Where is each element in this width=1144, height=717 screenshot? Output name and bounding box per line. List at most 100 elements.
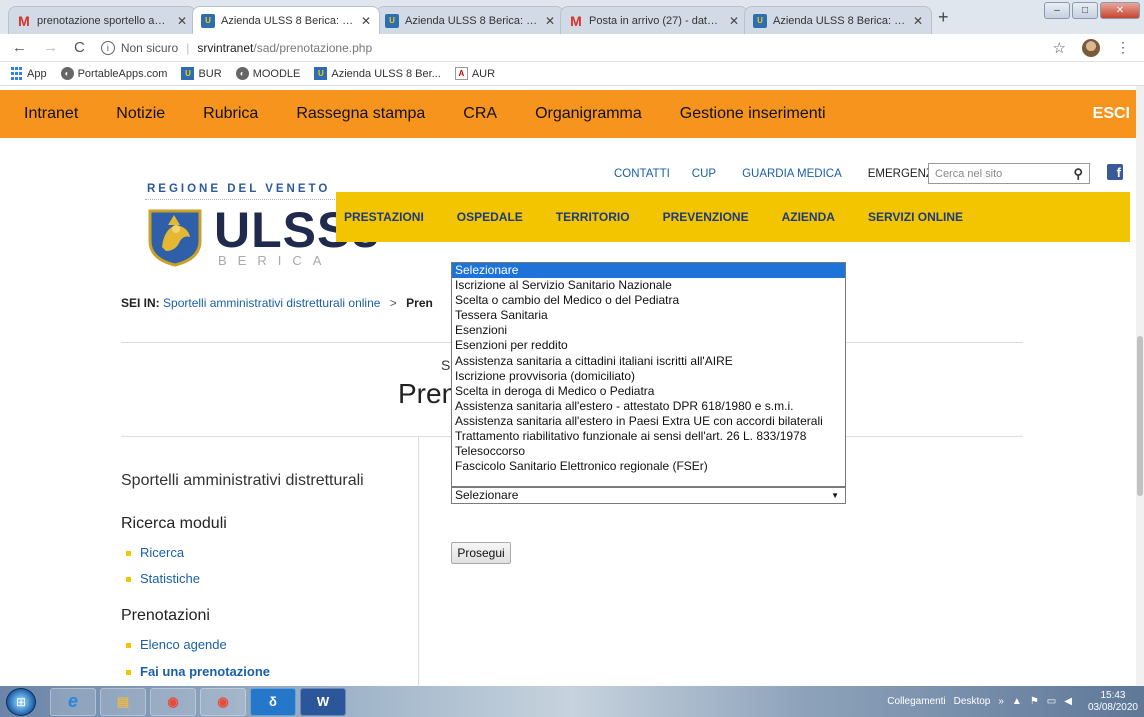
dropdown-option[interactable]: Assistenza sanitaria all'estero in Paesi…	[452, 414, 845, 429]
tray-expand-icon[interactable]: »	[998, 696, 1004, 707]
bookmark-azienda[interactable]: U Azienda ULSS 8 Ber...	[314, 67, 441, 80]
ulss-icon: U	[181, 67, 195, 80]
delta-app-icon[interactable]: δ	[250, 687, 296, 716]
close-tab-icon[interactable]: ✕	[913, 14, 923, 28]
bookmark-bur[interactable]: U BUR	[181, 67, 222, 80]
url-path: /sad/prenotazione.php	[253, 40, 373, 55]
url-separator: |	[186, 40, 190, 55]
reload-icon[interactable]: C	[74, 39, 85, 56]
column-divider	[418, 437, 419, 687]
nav-rubrica[interactable]: Rubrica	[203, 105, 258, 123]
sidebar-item-fai-prenotazione[interactable]: Fai una prenotazione	[126, 664, 270, 679]
network-icon[interactable]: ▭	[1047, 696, 1056, 707]
nav-rassegna-stampa[interactable]: Rassegna stampa	[296, 105, 425, 123]
menu-prevenzione[interactable]: PREVENZIONE	[663, 210, 749, 224]
dropdown-option[interactable]: Iscrizione al Servizio Sanitario Naziona…	[452, 278, 845, 293]
dropdown-option[interactable]: Esenzioni per reddito	[452, 338, 845, 353]
browser-tab-active[interactable]: U Azienda ULSS 8 Berica: Prenotazi ✕	[192, 6, 380, 34]
menu-icon[interactable]: ⋮	[1116, 39, 1130, 56]
browser-tab[interactable]: M prenotazione sportello amminist ✕	[8, 6, 196, 34]
dropdown-option[interactable]: Trattamento riabilitativo funzionale ai …	[452, 429, 845, 444]
close-window-icon[interactable]: ✕	[1100, 2, 1140, 19]
bookmark-star-icon[interactable]: ☆	[1053, 39, 1066, 57]
nav-organigramma[interactable]: Organigramma	[535, 105, 642, 123]
tray-arrow-icon[interactable]: ▲	[1012, 696, 1022, 707]
logout-link[interactable]: ESCI	[1093, 105, 1130, 123]
dropdown-option[interactable]: Iscrizione provvisoria (domiciliato)	[452, 369, 845, 384]
dropdown-option[interactable]: Assistenza sanitaria a cittadini italian…	[452, 354, 845, 369]
minimize-icon[interactable]: –	[1044, 2, 1070, 19]
bookmark-portableapps[interactable]: ◐ PortableApps.com	[60, 67, 167, 80]
nav-gestione-inserimenti[interactable]: Gestione inserimenti	[680, 105, 826, 123]
folder-icon[interactable]: ▤	[100, 687, 146, 716]
dropdown-option[interactable]: Esenzioni	[452, 323, 845, 338]
nav-cra[interactable]: CRA	[463, 105, 497, 123]
menu-ospedale[interactable]: OSPEDALE	[457, 210, 523, 224]
sidebar-item-elenco-agende[interactable]: Elenco agende	[126, 637, 227, 652]
ulss-icon: U	[201, 13, 215, 28]
menu-servizi-online[interactable]: SERVIZI ONLINE	[868, 210, 963, 224]
contatti-link[interactable]: CONTATTI	[614, 168, 670, 180]
profile-avatar[interactable]	[1082, 38, 1100, 57]
forward-icon[interactable]: →	[43, 39, 58, 56]
regione-label: REGIONE DEL VENETO	[147, 183, 331, 195]
maximize-icon[interactable]: □	[1072, 2, 1098, 19]
tab-title: prenotazione sportello amminist	[37, 14, 171, 27]
browser-tab[interactable]: U Azienda ULSS 8 Berica: Direzione ✕	[744, 6, 932, 34]
sidebar-item-statistiche[interactable]: Statistiche	[126, 571, 200, 586]
aur-icon: A	[454, 67, 468, 80]
tray-links[interactable]: Collegamenti	[887, 696, 945, 707]
back-icon[interactable]: ←	[12, 39, 27, 56]
start-button[interactable]: ⊞	[6, 687, 36, 716]
url-host: srvintranet	[197, 40, 254, 55]
dropdown-option[interactable]: Selezionare	[452, 263, 845, 279]
dropdown-option[interactable]: Fascicolo Sanitario Elettronico regional…	[452, 459, 845, 474]
divider	[145, 199, 335, 200]
dropdown-option[interactable]: Tessera Sanitaria	[452, 308, 845, 323]
flag-icon[interactable]: ⚑	[1030, 696, 1039, 707]
browser-tab-bar: M prenotazione sportello amminist ✕ U Az…	[0, 0, 1144, 34]
cup-link[interactable]: CUP	[692, 168, 716, 180]
close-tab-icon[interactable]: ✕	[729, 14, 739, 28]
browser-tab[interactable]: M Posta in arrivo (27) - dat@aulss8 ✕	[560, 6, 748, 34]
bookmark-moodle[interactable]: ◐ MOODLE	[235, 67, 300, 80]
menu-prestazioni[interactable]: PRESTAZIONI	[344, 210, 424, 224]
breadcrumb-link[interactable]: Sportelli amministrativi distretturali o…	[163, 296, 380, 310]
breadcrumb-label: SEI IN:	[121, 296, 160, 310]
nav-intranet[interactable]: Intranet	[24, 105, 78, 123]
menu-territorio[interactable]: TERRITORIO	[556, 210, 630, 224]
facebook-icon[interactable]: f	[1107, 164, 1123, 180]
close-tab-icon[interactable]: ✕	[545, 14, 555, 28]
nav-notizie[interactable]: Notizie	[116, 105, 165, 123]
chrome-icon[interactable]: ◉	[200, 687, 246, 716]
page-scrollbar[interactable]	[1136, 86, 1144, 686]
sidebar-item-ricerca[interactable]: Ricerca	[126, 545, 184, 560]
sidebar-heading: Prenotazioni	[121, 607, 210, 624]
new-tab-icon[interactable]: +	[938, 7, 949, 28]
volume-icon[interactable]: ◀	[1064, 696, 1072, 707]
dropdown-option[interactable]: Assistenza sanitaria all'estero - attest…	[452, 399, 845, 414]
service-select[interactable]: Selezionare ▼	[451, 487, 846, 504]
tray-desktop[interactable]: Desktop	[954, 696, 991, 707]
chrome-icon[interactable]: ◉	[150, 687, 196, 716]
scrollbar-thumb[interactable]	[1137, 336, 1143, 496]
dropdown-option[interactable]: Telesoccorso	[452, 444, 845, 459]
info-icon[interactable]: i	[100, 40, 115, 55]
word-icon[interactable]: W	[300, 687, 346, 716]
menu-azienda[interactable]: AZIENDA	[782, 210, 835, 224]
search-input[interactable]	[929, 167, 1059, 180]
url-field[interactable]: i Non sicuro | srvintranet /sad/prenotaz…	[100, 40, 1053, 55]
dropdown-option[interactable]: Scelta in deroga di Medico o Pediatra	[452, 384, 845, 399]
browser-tab[interactable]: U Azienda ULSS 8 Berica: Login ✕	[376, 6, 564, 34]
bookmark-aur[interactable]: A AUR	[454, 67, 495, 80]
guardia-medica-link[interactable]: GUARDIA MEDICA	[742, 168, 842, 180]
clock[interactable]: 15:43 03/08/2020	[1088, 690, 1138, 714]
search-icon[interactable]: ⚲	[1073, 166, 1083, 182]
close-tab-icon[interactable]: ✕	[361, 14, 371, 28]
site-search: ⚲	[928, 163, 1090, 184]
bookmark-apps[interactable]: App	[10, 67, 47, 80]
prosegui-button[interactable]: Prosegui	[451, 542, 511, 564]
dropdown-option[interactable]: Scelta o cambio del Medico o del Pediatr…	[452, 293, 845, 308]
close-tab-icon[interactable]: ✕	[177, 14, 187, 28]
internet-explorer-icon[interactable]: e	[50, 687, 96, 716]
